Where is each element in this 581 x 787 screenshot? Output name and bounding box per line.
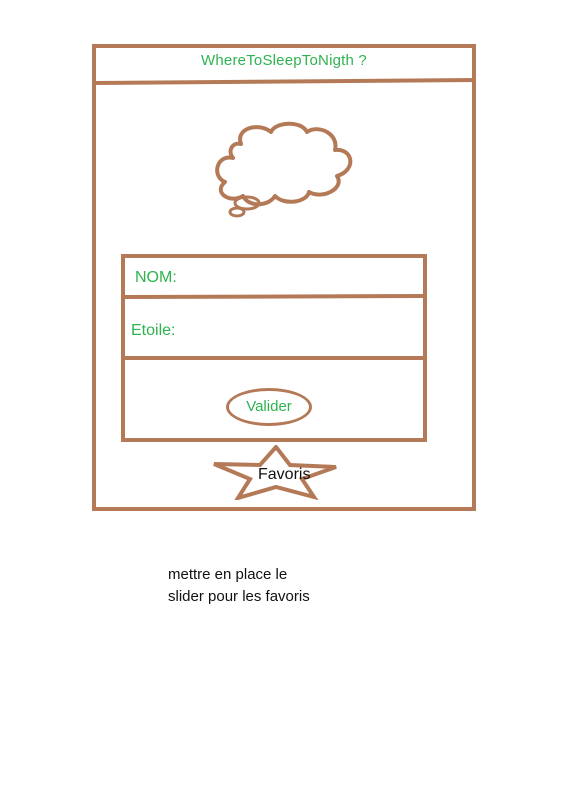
annotation-note: mettre en place le slider pour les favor… [168,566,310,605]
title-bar-divider [93,78,477,85]
stars-field-label[interactable]: Etoile: [131,322,175,340]
app-title: WhereToSleepToNigth ? [201,52,367,69]
thought-cloud-icon [215,121,353,218]
submit-button[interactable]: Valider [226,388,312,426]
favorites-button[interactable]: Favoris [258,466,310,484]
name-field-label[interactable]: NOM: [135,269,177,287]
